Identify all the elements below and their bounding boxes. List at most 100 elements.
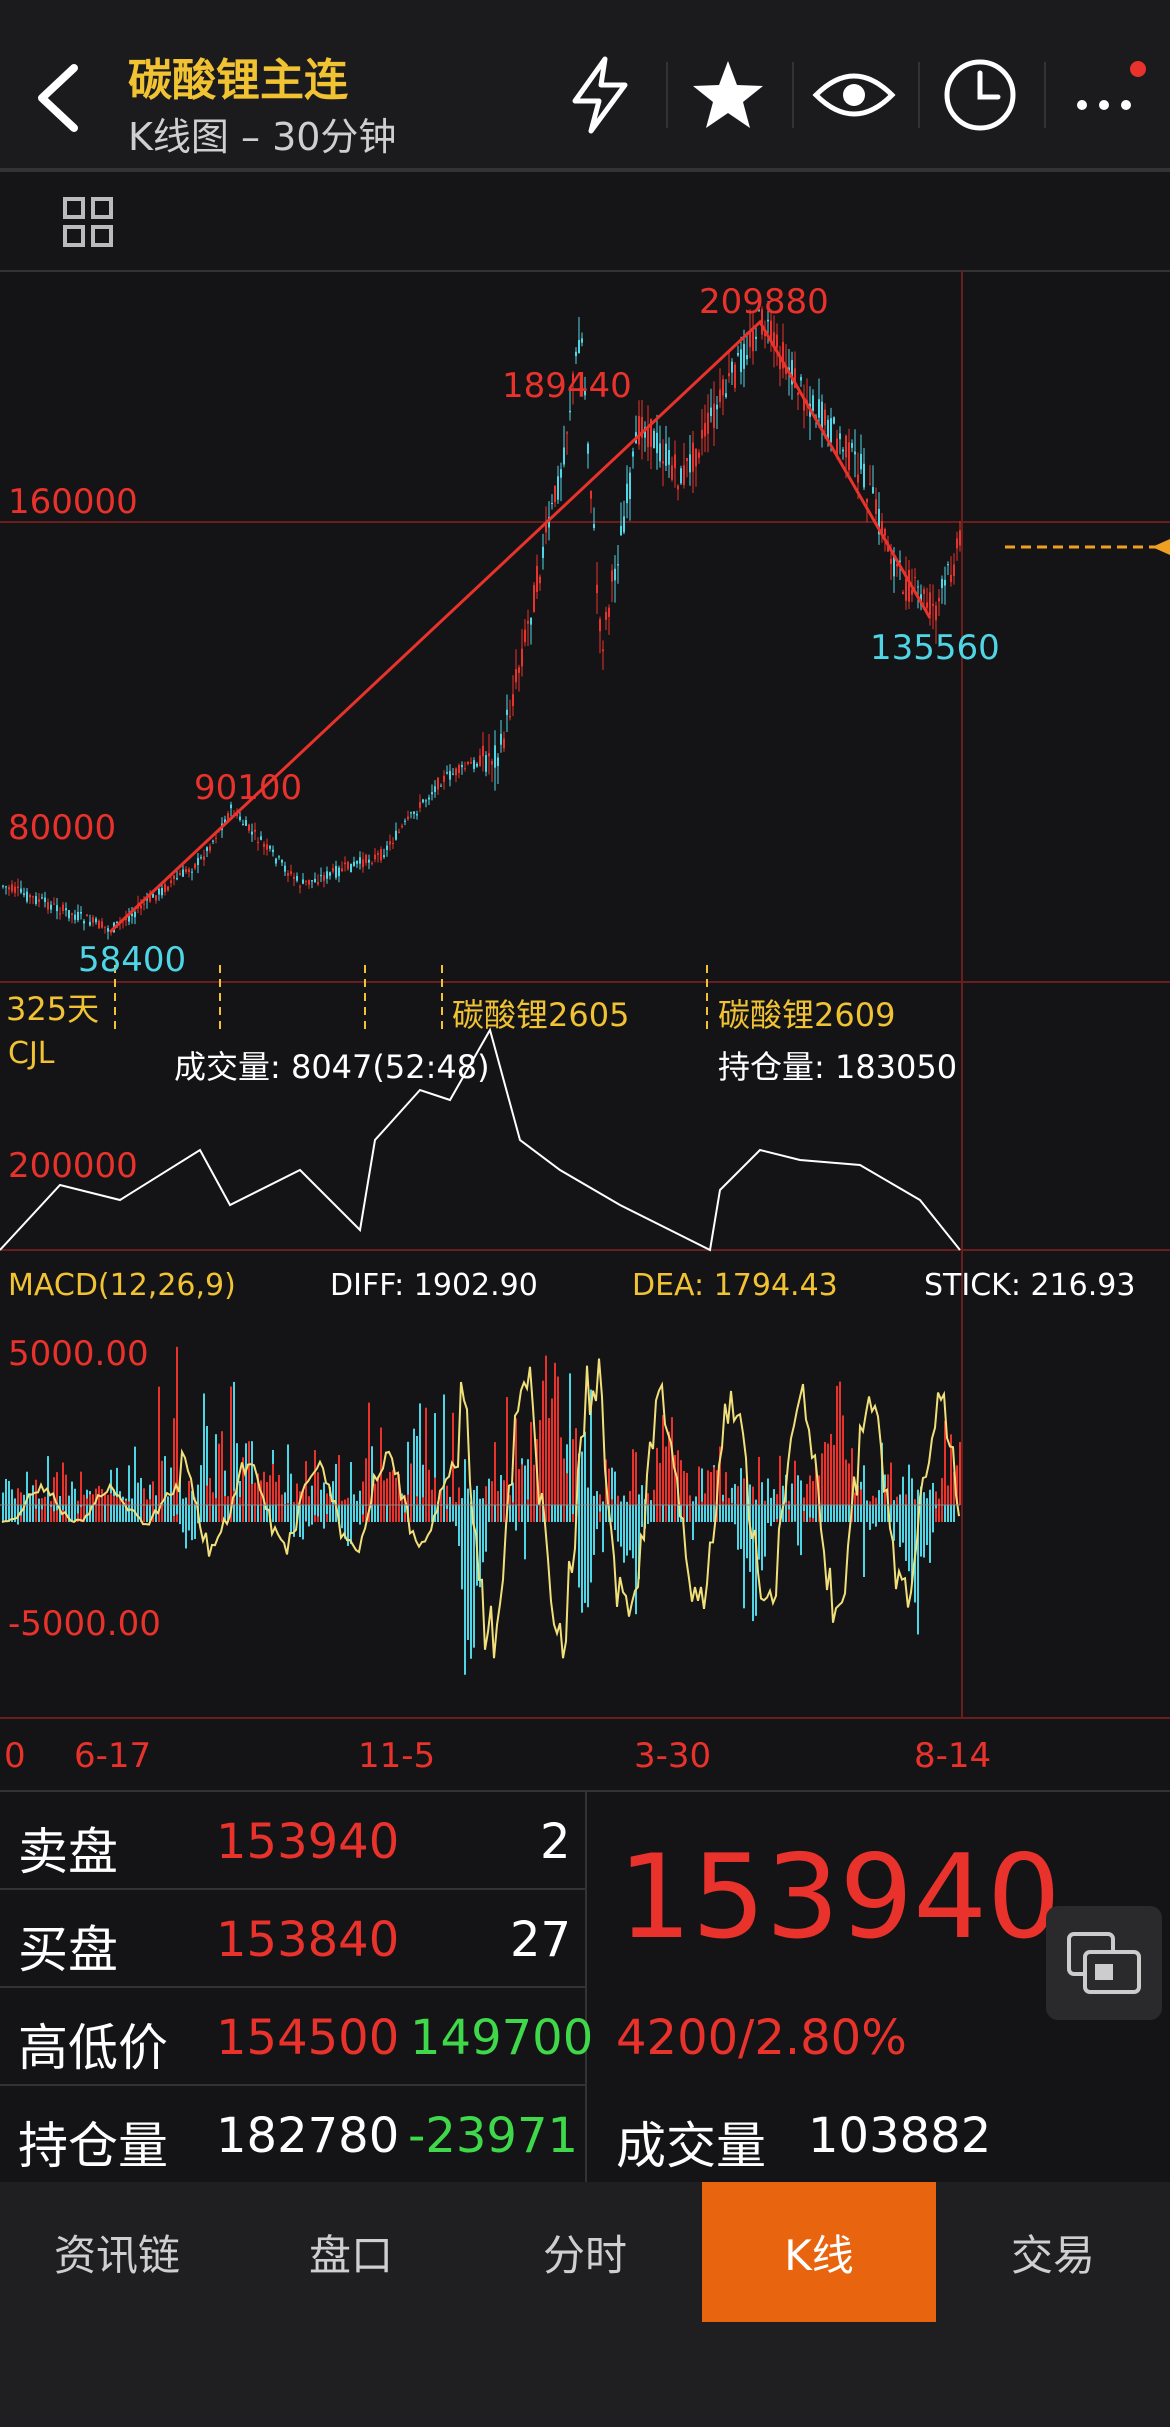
open-interest-readout: 持仓量: 183050 (718, 1048, 958, 1086)
candle-body (185, 869, 187, 873)
candle-body (314, 878, 316, 883)
candle-body (377, 853, 379, 855)
tab-kline[interactable]: K线 (702, 2182, 936, 2322)
candle-body (104, 926, 106, 928)
candle-body (200, 857, 202, 859)
macd-bar (362, 1505, 364, 1515)
macd-bar (176, 1505, 178, 1515)
candle-body (812, 395, 814, 412)
macd-bar (491, 1481, 493, 1505)
window-toggle-icon[interactable] (1046, 1906, 1162, 2020)
tab-order-book[interactable]: 盘口 (234, 2182, 468, 2322)
open-interest-label: 持仓量 (18, 2117, 168, 2175)
macd-bar (734, 1505, 736, 1525)
volume-bar (215, 1434, 217, 1522)
candle-body (737, 353, 739, 356)
bottom-tab-bar: 资讯链 盘口 分时 K线 交易 (0, 2182, 1170, 2427)
macd-bar (383, 1480, 385, 1505)
candle-body (413, 811, 415, 814)
candle-body (320, 875, 322, 877)
candle-body (458, 765, 460, 774)
candle-body (755, 336, 757, 340)
price-axis-label-high: 160000 (8, 482, 138, 522)
back-icon[interactable] (30, 62, 90, 132)
macd-bar (710, 1472, 712, 1505)
candle-body (23, 893, 25, 896)
macd-bar (407, 1494, 409, 1505)
candle-body (371, 863, 373, 865)
lightning-icon[interactable] (550, 40, 650, 150)
macd-bar (848, 1463, 850, 1505)
macd-bar (572, 1505, 574, 1515)
macd-bar (527, 1499, 529, 1505)
macd-bar (191, 1505, 193, 1541)
star-icon[interactable] (678, 40, 778, 150)
tab-news[interactable]: 资讯链 (0, 2182, 234, 2322)
low-price-label: 58400 (78, 940, 187, 980)
candle-body (518, 667, 520, 673)
volume-bar (722, 1494, 724, 1522)
candle-body (422, 799, 424, 803)
candle-body (266, 844, 268, 850)
more-icon[interactable] (1056, 40, 1156, 150)
divider (666, 62, 668, 128)
macd-bar (896, 1496, 898, 1505)
grid-icon[interactable] (62, 196, 114, 248)
macd-bar (416, 1496, 418, 1505)
candle-body (686, 457, 688, 462)
volume-bar (203, 1393, 205, 1522)
volume-value: 103882 (808, 2108, 992, 2164)
candle-body (329, 872, 331, 876)
macd-bar (275, 1481, 277, 1505)
macd-bar (509, 1495, 511, 1505)
tab-intraday[interactable]: 分时 (468, 2182, 702, 2322)
macd-bar (554, 1362, 556, 1505)
macd-bar (113, 1496, 115, 1505)
macd-bar (359, 1505, 361, 1525)
candle-body (263, 843, 265, 847)
tab-trade[interactable]: 交易 (936, 2182, 1170, 2322)
volume-bar (434, 1413, 436, 1522)
clock-icon[interactable] (930, 40, 1030, 150)
candle-body (296, 875, 298, 881)
candle-body (524, 629, 526, 643)
candle-body (341, 868, 343, 872)
macd-bar (653, 1489, 655, 1505)
macd-bar (350, 1505, 352, 1544)
candle-body (749, 332, 751, 348)
macd-bar (542, 1380, 544, 1505)
macd-bar (623, 1505, 625, 1563)
macd-bar (617, 1505, 619, 1542)
macd-upper-label: 5000.00 (8, 1334, 149, 1374)
macd-bar (899, 1505, 901, 1548)
candle-body (374, 854, 376, 860)
macd-bar (830, 1433, 832, 1505)
candle-body (608, 607, 610, 617)
candle-body (173, 875, 175, 879)
macd-bar (278, 1490, 280, 1505)
candle-body (11, 884, 13, 892)
candle-body (197, 857, 199, 866)
candle-body (317, 882, 319, 885)
x-axis-label: 3-30 (634, 1736, 712, 1776)
macd-bar (941, 1478, 943, 1505)
macd-bar (353, 1505, 355, 1518)
candle-body (500, 733, 502, 745)
macd-bar (242, 1495, 244, 1505)
candle-body (668, 449, 670, 465)
macd-bar (803, 1505, 805, 1511)
candle-body (527, 620, 529, 624)
macd-bar (548, 1418, 550, 1505)
candle-body (155, 895, 157, 901)
volume-bar (128, 1465, 130, 1522)
macd-bar (83, 1501, 85, 1505)
macd-bar (203, 1505, 205, 1511)
macd-bar (539, 1420, 541, 1505)
eye-icon[interactable] (804, 40, 904, 150)
candle-body (797, 392, 799, 395)
macd-bar (596, 1505, 598, 1530)
volume-bar (176, 1346, 178, 1522)
macd-bar (725, 1472, 727, 1505)
macd-bar (692, 1505, 694, 1540)
macd-bar (515, 1505, 517, 1531)
